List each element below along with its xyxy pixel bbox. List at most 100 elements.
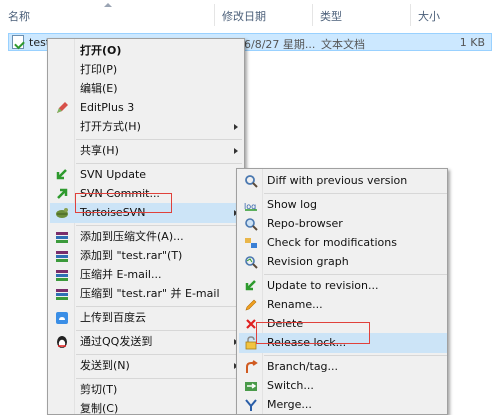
menu-edit[interactable]: 编辑(E) (50, 79, 244, 99)
update-revision-icon (244, 279, 258, 293)
menu-open-with-label: 打开方式(H) (80, 120, 141, 133)
submenu-revision-graph[interactable]: Revision graph (239, 252, 447, 272)
submenu-check-mods[interactable]: Check for modifications (239, 233, 447, 253)
submenu-show-log-label: Show log (267, 198, 317, 211)
show-log-icon: log (244, 198, 258, 212)
winrar-icon (55, 230, 69, 244)
column-modified[interactable]: 修改日期 (222, 8, 266, 24)
submenu-update-to-revision-label: Update to revision... (267, 279, 379, 292)
svn-update-icon (55, 168, 69, 182)
submenu-update-to-revision[interactable]: Update to revision... (239, 276, 447, 296)
submenu-rename[interactable]: Rename... (239, 295, 447, 315)
tortoisesvn-submenu: Diff with previous version log Show log … (236, 168, 448, 415)
menu-separator (76, 139, 242, 140)
submenu-arrow-icon (234, 148, 238, 154)
sort-up-icon (104, 3, 112, 7)
menu-separator (76, 306, 242, 307)
menu-separator (264, 193, 447, 194)
merge-icon (244, 398, 258, 412)
repo-browser-icon (244, 217, 258, 231)
menu-svn-update-label: SVN Update (80, 168, 147, 181)
menu-share[interactable]: 共享(H) (50, 141, 244, 161)
menu-edit-label: 编辑(E) (80, 82, 118, 95)
menu-send-qq[interactable]: 通过QQ发送到 (50, 332, 244, 352)
column-type[interactable]: 类型 (320, 8, 342, 24)
magnifier-icon (244, 174, 258, 188)
menu-separator (264, 274, 447, 275)
submenu-diff-prev-label: Diff with previous version (267, 174, 408, 187)
menu-copy[interactable]: 复制(C) (50, 399, 244, 415)
annotation-box-release-lock (256, 322, 370, 344)
submenu-merge-label: Merge... (267, 398, 312, 411)
submenu-repo-browser-label: Repo-browser (267, 217, 343, 230)
menu-compress-email[interactable]: 压缩并 E-mail... (50, 265, 244, 285)
menu-add-test-rar-label: 添加到 "test.rar"(T) (80, 249, 183, 262)
submenu-switch-label: Switch... (267, 379, 314, 392)
menu-separator (264, 355, 447, 356)
menu-upload-baidu[interactable]: 上传到百度云 (50, 308, 244, 328)
column-header: 名称 修改日期 类型 大小 (0, 0, 500, 28)
submenu-repo-browser[interactable]: Repo-browser (239, 214, 447, 234)
menu-add-test-rar[interactable]: 添加到 "test.rar"(T) (50, 246, 244, 266)
submenu-rename-label: Rename... (267, 298, 323, 311)
file-size: 1 KB (459, 36, 485, 49)
submenu-arrow-icon (234, 124, 238, 130)
submenu-show-log[interactable]: log Show log (239, 195, 447, 215)
context-menu: 打开(O) 打印(P) 编辑(E) EditPlus 3 打开方式(H) 共享(… (47, 38, 245, 415)
menu-send-to[interactable]: 发送到(N) (50, 356, 244, 376)
winrar-icon (55, 249, 69, 263)
menu-compress-email-label: 压缩并 E-mail... (80, 268, 162, 281)
submenu-branch-tag-label: Branch/tag... (267, 360, 339, 373)
menu-open-with[interactable]: 打开方式(H) (50, 117, 244, 137)
menu-separator (76, 354, 242, 355)
menu-open-label: 打开(O) (80, 44, 122, 57)
menu-share-label: 共享(H) (80, 144, 119, 157)
menu-cut-label: 剪切(T) (80, 383, 118, 396)
submenu-revision-graph-label: Revision graph (267, 255, 349, 268)
revision-graph-icon (244, 255, 258, 269)
submenu-diff-prev[interactable]: Diff with previous version (239, 171, 447, 191)
submenu-branch-tag[interactable]: Branch/tag... (239, 357, 447, 377)
menu-separator (76, 225, 242, 226)
column-divider[interactable] (312, 4, 313, 26)
menu-cut[interactable]: 剪切(T) (50, 380, 244, 400)
menu-send-qq-label: 通过QQ发送到 (80, 335, 153, 348)
menu-open[interactable]: 打开(O) (50, 41, 244, 61)
branch-icon (244, 360, 258, 374)
qq-penguin-icon (55, 335, 69, 349)
switch-icon (244, 379, 258, 393)
tortoisesvn-icon (55, 206, 69, 220)
menu-print[interactable]: 打印(P) (50, 60, 244, 80)
submenu-switch[interactable]: Switch... (239, 376, 447, 396)
menu-compress-test-email-label: 压缩到 "test.rar" 并 E-mail (80, 287, 220, 300)
column-divider[interactable] (214, 4, 215, 26)
menu-editplus[interactable]: EditPlus 3 (50, 98, 244, 118)
column-size[interactable]: 大小 (418, 8, 440, 24)
editplus-icon (55, 101, 69, 115)
menu-send-to-label: 发送到(N) (80, 359, 130, 372)
annotation-box-tortoisesvn (75, 193, 172, 213)
menu-copy-label: 复制(C) (80, 402, 119, 415)
submenu-check-mods-label: Check for modifications (267, 236, 397, 249)
menu-separator (76, 378, 242, 379)
svn-commit-icon (55, 187, 69, 201)
file-type: 文本文档 (321, 38, 365, 51)
column-name[interactable]: 名称 (8, 8, 30, 24)
svn-text-file-icon (12, 35, 24, 49)
menu-print-label: 打印(P) (80, 63, 118, 76)
menu-add-archive[interactable]: 添加到压缩文件(A)... (50, 227, 244, 247)
menu-separator (76, 330, 242, 331)
menu-svn-update[interactable]: SVN Update (50, 165, 244, 185)
menu-add-archive-label: 添加到压缩文件(A)... (80, 230, 184, 243)
winrar-icon (55, 287, 69, 301)
winrar-icon (55, 268, 69, 282)
menu-compress-test-email[interactable]: 压缩到 "test.rar" 并 E-mail (50, 284, 244, 304)
check-modifications-icon (244, 236, 258, 250)
menu-editplus-label: EditPlus 3 (80, 101, 135, 114)
submenu-merge[interactable]: Merge... (239, 395, 447, 415)
pencil-icon (244, 298, 258, 312)
menu-separator (76, 163, 242, 164)
baidu-cloud-icon (55, 311, 69, 325)
column-divider[interactable] (410, 4, 411, 26)
menu-upload-baidu-label: 上传到百度云 (80, 311, 146, 324)
